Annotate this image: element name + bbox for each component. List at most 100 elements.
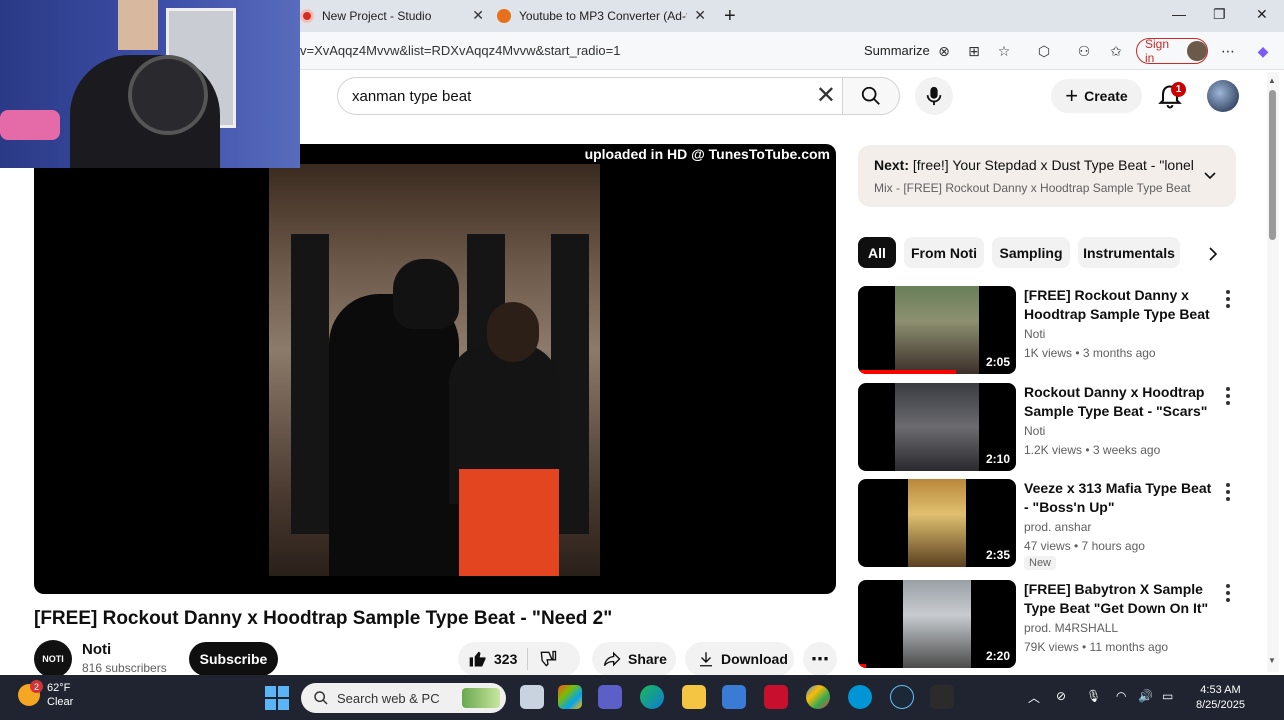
- recommendation-title[interactable]: [FREE] Babytron X Sample Type Beat "Get …: [1024, 580, 1214, 618]
- kebab-menu-icon[interactable]: [1224, 290, 1232, 310]
- search-button[interactable]: [842, 77, 900, 115]
- search-input[interactable]: xanman type beat ✕: [337, 77, 842, 115]
- channel-name[interactable]: Noti: [82, 641, 111, 658]
- scroll-down-arrow-icon[interactable]: ▼: [1268, 656, 1276, 665]
- share-arrow-icon: [603, 651, 621, 667]
- duration-badge: 2:05: [985, 355, 1010, 369]
- video-thumbnail[interactable]: 2:20: [858, 580, 1016, 668]
- tab-studio[interactable]: New Project - Studio ✕: [300, 3, 490, 29]
- close-tab-icon[interactable]: ✕: [472, 7, 484, 24]
- search-icon: [314, 691, 328, 705]
- scrollbar-thumb[interactable]: [1269, 90, 1276, 240]
- next-prefix: Next:: [874, 157, 910, 173]
- new-tab-button[interactable]: +: [724, 3, 736, 29]
- maximize-icon[interactable]: ❐: [1213, 6, 1226, 23]
- kebab-menu-icon[interactable]: [1224, 483, 1232, 503]
- wifi-icon[interactable]: ◠: [1116, 689, 1126, 703]
- more-menu-icon[interactable]: ⋯: [1218, 41, 1238, 61]
- extensions-icon[interactable]: ⬡: [1034, 41, 1054, 61]
- chevron-down-icon[interactable]: [1202, 167, 1218, 183]
- create-button[interactable]: + Create: [1051, 79, 1142, 113]
- chip-from-noti[interactable]: From Noti: [904, 237, 984, 268]
- favorites-icon[interactable]: ✩: [1106, 41, 1126, 61]
- video-thumbnail[interactable]: 2:05: [858, 286, 1016, 374]
- list-item[interactable]: 2:35 Veeze x 313 Mafia Type Beat - "Boss…: [858, 479, 1248, 570]
- subscribe-button[interactable]: Subscribe: [189, 642, 278, 676]
- recommendation-title[interactable]: Veeze x 313 Mafia Type Beat - "Boss'n Up…: [1024, 479, 1214, 517]
- scroll-up-arrow-icon[interactable]: ▲: [1268, 76, 1276, 85]
- pillow-shape: [0, 110, 60, 140]
- close-window-icon[interactable]: ✕: [1256, 6, 1268, 23]
- more-actions-button[interactable]: ⋯: [803, 642, 837, 676]
- taskbar: 2 62°F Clear Search web & PC ︿ ⊘ 🎙 ◠ 🔊 ▭: [0, 675, 1284, 720]
- mcafee-icon[interactable]: [764, 685, 788, 709]
- taskbar-search[interactable]: Search web & PC: [301, 683, 506, 713]
- recommendation-meta: 47 views • 7 hours ago: [1024, 539, 1145, 553]
- volume-icon[interactable]: 🔊: [1138, 689, 1153, 703]
- share-button[interactable]: Share: [592, 642, 676, 676]
- taskbar-clock[interactable]: 4:53 AM 8/25/2025: [1196, 683, 1245, 713]
- kebab-menu-icon[interactable]: [1224, 387, 1232, 407]
- recommendation-title[interactable]: [FREE] Rockout Danny x Hoodtrap Sample T…: [1024, 286, 1214, 324]
- recommendation-channel[interactable]: Noti: [1024, 424, 1045, 438]
- summarize-button[interactable]: Summarize: [864, 43, 930, 58]
- playlist-mix-panel[interactable]: Next: [free!] Your Stepdad x Dust Type B…: [858, 145, 1236, 207]
- tray-network-off-icon[interactable]: ⊘: [1056, 689, 1066, 703]
- kebab-menu-icon[interactable]: [1224, 584, 1232, 604]
- video-thumbnail[interactable]: 2:35: [858, 479, 1016, 567]
- search-query: xanman type beat: [352, 88, 472, 105]
- chevron-right-icon[interactable]: [1206, 245, 1220, 263]
- tab-mp3-converter[interactable]: Youtube to MP3 Converter (Ad-fr ✕: [497, 3, 712, 29]
- recommendation-channel[interactable]: prod. anshar: [1024, 520, 1091, 534]
- video-player[interactable]: uploaded in HD @ TunesToTube.com: [34, 144, 836, 594]
- chrome-icon[interactable]: [806, 685, 830, 709]
- battery-icon[interactable]: ▭: [1162, 689, 1173, 703]
- chip-sampling[interactable]: Sampling: [992, 237, 1070, 268]
- microsoft-store-icon[interactable]: [722, 685, 746, 709]
- tray-chevron-icon[interactable]: ︿: [1028, 689, 1040, 706]
- favorite-star-icon[interactable]: ☆: [994, 41, 1014, 61]
- apps-icon[interactable]: ⊞: [964, 41, 984, 61]
- download-button[interactable]: Download: [685, 642, 794, 676]
- thumbs-down-icon[interactable]: [538, 649, 558, 669]
- list-item[interactable]: 2:20 [FREE] Babytron X Sample Type Beat …: [858, 580, 1248, 668]
- tray-microphone-icon[interactable]: 🎙: [1086, 689, 1101, 703]
- voice-search-button[interactable]: [915, 77, 953, 115]
- browser-essentials-icon[interactable]: ⚇: [1074, 41, 1094, 61]
- video-thumbnail[interactable]: 2:10: [858, 383, 1016, 471]
- list-item[interactable]: 2:10 Rockout Danny x Hoodtrap Sample Typ…: [858, 383, 1248, 471]
- list-item[interactable]: 2:05 [FREE] Rockout Danny x Hoodtrap Sam…: [858, 286, 1248, 374]
- recommendation-channel[interactable]: prod. M4RSHALL: [1024, 621, 1118, 635]
- like-count[interactable]: 323: [494, 651, 517, 667]
- task-view-icon[interactable]: [520, 685, 544, 709]
- red-pants-shape: [459, 469, 559, 576]
- edge-icon[interactable]: [640, 685, 664, 709]
- start-button[interactable]: [265, 686, 289, 710]
- chip-all[interactable]: All: [858, 237, 896, 268]
- thumbs-up-icon[interactable]: [468, 649, 488, 669]
- download-icon: [700, 652, 712, 667]
- file-explorer-icon[interactable]: [682, 685, 706, 709]
- page-scrollbar[interactable]: ▲ ▼: [1267, 72, 1279, 672]
- steam-icon[interactable]: [890, 685, 914, 709]
- video-watermark: uploaded in HD @ TunesToTube.com: [584, 146, 830, 162]
- copilot-app-icon[interactable]: [558, 685, 582, 709]
- clear-search-icon[interactable]: ✕: [816, 83, 836, 109]
- teams-icon[interactable]: [598, 685, 622, 709]
- copilot-icon[interactable]: ◆: [1253, 41, 1273, 61]
- recommendation-channel[interactable]: Noti: [1024, 327, 1045, 341]
- url-field[interactable]: v=XvAqqz4Mvvw&list=RDXvAqqz4Mvvw&start_r…: [300, 43, 620, 58]
- weather-widget[interactable]: 2 62°F Clear: [18, 680, 73, 709]
- minimize-icon[interactable]: —: [1172, 6, 1186, 22]
- recording-app-icon[interactable]: [930, 685, 954, 709]
- webcam-overlay: [0, 0, 300, 168]
- chip-instrumentals[interactable]: Instrumentals: [1078, 237, 1180, 268]
- recommendation-title[interactable]: Rockout Danny x Hoodtrap Sample Type Bea…: [1024, 383, 1214, 421]
- channel-avatar[interactable]: NOTI: [34, 640, 72, 678]
- sign-in-button[interactable]: Sign in: [1136, 37, 1208, 65]
- close-tab-icon[interactable]: ✕: [694, 7, 706, 24]
- account-avatar[interactable]: [1207, 80, 1239, 112]
- next-title-text: [free!] Your Stepdad x Dust Type Beat - …: [912, 157, 1194, 173]
- hp-icon[interactable]: [848, 685, 872, 709]
- copilot-summarize-icon[interactable]: ⊗: [934, 41, 954, 61]
